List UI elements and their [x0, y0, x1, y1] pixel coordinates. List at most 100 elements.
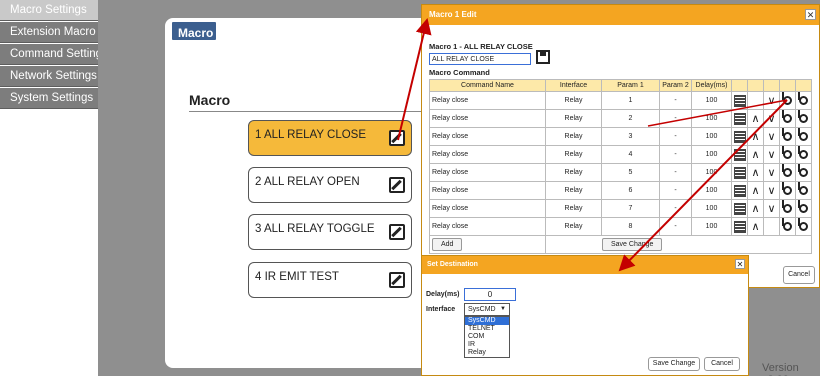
interface-label: Interface — [426, 306, 456, 313]
interface-cell: Relay — [545, 199, 602, 218]
macro-button-3[interactable]: 3 ALL RELAY TOGGLE — [248, 214, 412, 250]
macro-button-4[interactable]: 4 IR EMIT TEST — [248, 262, 412, 298]
table-row[interactable]: Relay close Relay 5-100 — [429, 163, 812, 182]
sidebar-item-command-settings[interactable]: Command Settings — [0, 44, 98, 65]
delete-icon[interactable] — [798, 128, 808, 141]
table-header: Command Name Interface Param 1 Param 2 D… — [429, 79, 812, 92]
macro-label: 2 ALL RELAY OPEN — [255, 176, 360, 188]
move-down-icon[interactable] — [766, 95, 778, 107]
insert-icon[interactable] — [782, 110, 792, 123]
cancel-button[interactable]: Cancel — [783, 266, 815, 284]
set-destination-icon[interactable] — [733, 94, 746, 107]
delete-icon[interactable] — [798, 200, 808, 213]
delay-cell: 100 — [691, 127, 732, 146]
sidebar-item-macro-settings[interactable]: Macro Settings — [0, 0, 98, 21]
add-button[interactable]: Add — [432, 238, 463, 251]
command-table: Command Name Interface Param 1 Param 2 D… — [429, 79, 812, 254]
move-up-icon[interactable] — [750, 131, 762, 143]
insert-icon[interactable] — [782, 200, 792, 213]
save-change-button[interactable]: Save Change — [648, 357, 700, 371]
macro-title: Macro 1 - ALL RELAY CLOSE — [429, 42, 533, 51]
insert-icon[interactable] — [782, 164, 792, 177]
command-name-cell: Relay close — [429, 199, 546, 218]
insert-icon[interactable] — [782, 218, 792, 231]
table-row[interactable]: Relay close Relay 7-100 — [429, 199, 812, 218]
close-icon[interactable]: ✕ — [735, 259, 745, 269]
move-down-icon[interactable] — [766, 149, 778, 161]
table-row[interactable]: Relay close Relay 6-100 — [429, 181, 812, 200]
move-up-icon[interactable] — [750, 203, 762, 215]
insert-icon[interactable] — [782, 92, 792, 105]
param1-cell: 1 — [601, 91, 660, 110]
set-destination-icon[interactable] — [733, 130, 746, 143]
set-destination-icon[interactable] — [733, 112, 746, 125]
table-row[interactable]: Relay close Relay 3-100 — [429, 127, 812, 146]
insert-icon[interactable] — [782, 128, 792, 141]
move-up-icon[interactable] — [750, 185, 762, 197]
interface-select[interactable]: SysCMD ▼ — [464, 303, 510, 316]
move-up-icon[interactable] — [750, 113, 762, 125]
table-row[interactable]: Relay close Relay 4-100 — [429, 145, 812, 164]
move-down-icon[interactable] — [766, 167, 778, 179]
delete-icon[interactable] — [798, 92, 808, 105]
delete-icon[interactable] — [798, 164, 808, 177]
table-row[interactable]: Relay close Relay 1-100 — [429, 91, 812, 110]
macro-button-2[interactable]: 2 ALL RELAY OPEN — [248, 167, 412, 203]
column-header: Param 2 — [659, 79, 692, 92]
save-icon[interactable] — [536, 50, 550, 64]
interface-option[interactable]: Relay — [465, 349, 509, 357]
macro-name-input[interactable] — [429, 53, 531, 65]
move-down-icon[interactable] — [766, 203, 778, 215]
move-down-icon[interactable] — [766, 185, 778, 197]
macro-label: 3 ALL RELAY TOGGLE — [255, 223, 375, 235]
sidebar-item-system-settings[interactable]: System Settings — [0, 88, 98, 109]
param1-cell: 6 — [601, 181, 660, 200]
sidebar-item-label: Extension Macro — [10, 26, 96, 38]
move-up-icon[interactable] — [750, 221, 762, 233]
table-row[interactable]: Relay close Relay 8-100 — [429, 217, 812, 236]
sidebar-item-network-settings[interactable]: Network Settings — [0, 66, 98, 87]
macro-button-1[interactable]: 1 ALL RELAY CLOSE — [248, 120, 412, 156]
interface-option[interactable]: SysCMD — [465, 317, 509, 325]
set-destination-icon[interactable] — [733, 166, 746, 179]
table-row[interactable]: Relay close Relay 2-100 — [429, 109, 812, 128]
set-destination-icon[interactable] — [733, 184, 746, 197]
macro-tab[interactable]: Macro — [170, 20, 218, 42]
set-destination-icon[interactable] — [733, 202, 746, 215]
delete-icon[interactable] — [798, 146, 808, 159]
interface-cell: Relay — [545, 163, 602, 182]
column-header: Interface — [545, 79, 602, 92]
delete-icon[interactable] — [798, 182, 808, 195]
param1-cell: 3 — [601, 127, 660, 146]
delete-icon[interactable] — [798, 218, 808, 231]
insert-icon[interactable] — [782, 182, 792, 195]
edit-icon[interactable] — [389, 177, 405, 193]
interface-cell: Relay — [545, 181, 602, 200]
close-icon[interactable]: ✕ — [805, 9, 816, 20]
move-up-icon[interactable] — [750, 149, 762, 161]
macro-command-label: Macro Command — [429, 68, 490, 77]
delay-input[interactable]: 0 — [464, 288, 516, 301]
command-name-cell: Relay close — [429, 91, 546, 110]
sidebar: Macro Settings Extension Macro Command S… — [0, 0, 98, 376]
set-destination-icon[interactable] — [733, 220, 746, 233]
sidebar-item-label: System Settings — [10, 92, 94, 104]
interface-option[interactable]: TELNET — [465, 325, 509, 333]
insert-icon[interactable] — [782, 146, 792, 159]
sidebar-item-extension-macro[interactable]: Extension Macro — [0, 22, 98, 43]
move-up-icon[interactable] — [750, 167, 762, 179]
save-change-button[interactable]: Save Change — [602, 238, 663, 251]
move-down-icon[interactable] — [766, 113, 778, 125]
sidebar-item-label: Network Settings — [10, 70, 97, 82]
interface-option[interactable]: IR — [465, 341, 509, 349]
edit-icon[interactable] — [389, 224, 405, 240]
cancel-button[interactable]: Cancel — [704, 357, 740, 371]
edit-icon[interactable] — [389, 272, 405, 288]
sidebar-item-label: Command Settings — [10, 48, 98, 60]
column-header: Delay(ms) — [691, 79, 732, 92]
set-destination-icon[interactable] — [733, 148, 746, 161]
interface-option[interactable]: COM — [465, 333, 509, 341]
delete-icon[interactable] — [798, 110, 808, 123]
move-down-icon[interactable] — [766, 131, 778, 143]
edit-icon[interactable] — [389, 130, 405, 146]
